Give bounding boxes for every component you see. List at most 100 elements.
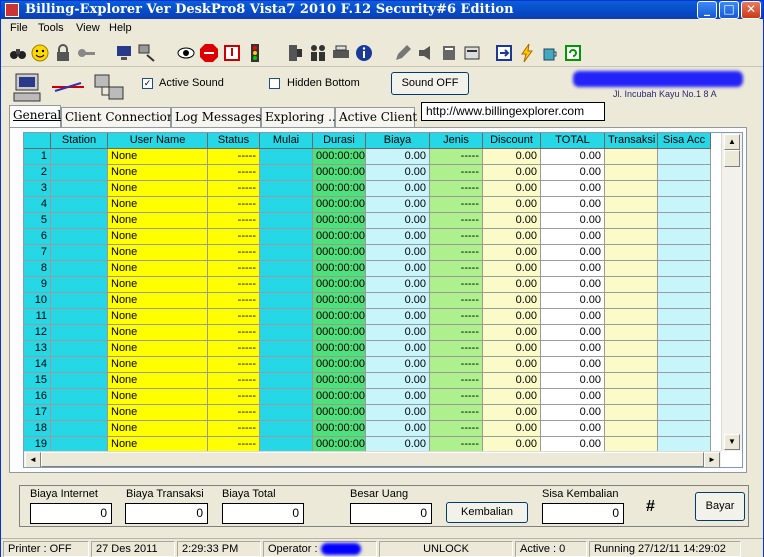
cell-mulai[interactable] (260, 309, 313, 325)
cell-sisa[interactable] (658, 277, 711, 293)
tab-active-client[interactable]: Active Client (335, 107, 417, 127)
cell-biaya[interactable]: 0.00 (366, 277, 430, 293)
cell-jenis[interactable]: ----- (430, 245, 483, 261)
cell-station[interactable] (51, 229, 108, 245)
key-icon[interactable] (76, 43, 96, 63)
cell-mulai[interactable] (260, 165, 313, 181)
cell-rownum[interactable]: 6 (24, 229, 51, 245)
tab-log-messages[interactable]: Log Messages (171, 107, 262, 127)
cell-sisa[interactable] (658, 357, 711, 373)
cell-durasi[interactable]: 000:00:00 (313, 213, 366, 229)
hidden-bottom-checkbox[interactable] (269, 78, 280, 89)
cell-sisa[interactable] (658, 245, 711, 261)
cell-jenis[interactable]: ----- (430, 309, 483, 325)
refresh-icon[interactable] (563, 43, 583, 63)
cell-rownum[interactable]: 13 (24, 341, 51, 357)
cell-sisa[interactable] (658, 341, 711, 357)
cell-discount[interactable]: 0.00 (483, 149, 541, 165)
cell-sisa[interactable] (658, 421, 711, 437)
cell-discount[interactable]: 0.00 (483, 213, 541, 229)
cell-sisa[interactable] (658, 405, 711, 421)
minimize-button[interactable]: _ (697, 1, 717, 19)
cell-total[interactable]: 0.00 (541, 261, 605, 277)
cell-rownum[interactable]: 7 (24, 245, 51, 261)
biaya-internet-field[interactable]: 0 (30, 503, 112, 524)
cell-transaksi[interactable] (605, 341, 658, 357)
cell-transaksi[interactable] (605, 421, 658, 437)
cell-mulai[interactable] (260, 389, 313, 405)
cell-total[interactable]: 0.00 (541, 421, 605, 437)
cell-mulai[interactable] (260, 421, 313, 437)
cell-total[interactable]: 0.00 (541, 341, 605, 357)
cell-status[interactable]: ----- (208, 261, 260, 277)
coffee-icon[interactable] (540, 43, 560, 63)
cell-user[interactable]: None (108, 309, 208, 325)
cell-total[interactable]: 0.00 (541, 229, 605, 245)
monitor-settings-icon[interactable] (114, 43, 134, 63)
cell-durasi[interactable]: 000:00:00 (313, 165, 366, 181)
cell-biaya[interactable]: 0.00 (366, 373, 430, 389)
cell-transaksi[interactable] (605, 389, 658, 405)
cell-transaksi[interactable] (605, 293, 658, 309)
cell-transaksi[interactable] (605, 309, 658, 325)
cell-rownum[interactable]: 4 (24, 197, 51, 213)
menu-tools[interactable]: Tools (38, 22, 64, 34)
cell-discount[interactable]: 0.00 (483, 245, 541, 261)
cell-transaksi[interactable] (605, 245, 658, 261)
edit-icon[interactable] (393, 43, 413, 63)
column-header[interactable] (24, 133, 51, 149)
maximize-button[interactable]: □ (719, 1, 739, 19)
column-header[interactable]: Biaya (366, 133, 430, 149)
report-icon[interactable] (462, 43, 482, 63)
cell-station[interactable] (51, 261, 108, 277)
column-header[interactable]: User Name (108, 133, 208, 149)
cell-sisa[interactable] (658, 309, 711, 325)
cell-mulai[interactable] (260, 277, 313, 293)
traffic-light-icon[interactable] (245, 43, 265, 63)
cell-status[interactable]: ----- (208, 389, 260, 405)
cell-station[interactable] (51, 293, 108, 309)
scroll-left-button[interactable]: ◄ (25, 452, 41, 467)
cell-status[interactable]: ----- (208, 293, 260, 309)
cell-station[interactable] (51, 197, 108, 213)
cell-status[interactable]: ----- (208, 341, 260, 357)
cell-durasi[interactable]: 000:00:00 (313, 197, 366, 213)
cell-durasi[interactable]: 000:00:00 (313, 181, 366, 197)
cell-rownum[interactable]: 14 (24, 357, 51, 373)
cell-station[interactable] (51, 389, 108, 405)
cell-jenis[interactable]: ----- (430, 229, 483, 245)
cell-user[interactable]: None (108, 213, 208, 229)
stop-icon[interactable] (199, 43, 219, 63)
cell-rownum[interactable]: 1 (24, 149, 51, 165)
export-icon[interactable] (494, 43, 514, 63)
cell-discount[interactable]: 0.00 (483, 293, 541, 309)
title-bar[interactable]: Billing-Explorer Ver DeskPro8 Vista7 201… (1, 1, 763, 19)
cell-mulai[interactable] (260, 293, 313, 309)
cell-biaya[interactable]: 0.00 (366, 293, 430, 309)
cell-user[interactable]: None (108, 165, 208, 181)
cell-mulai[interactable] (260, 229, 313, 245)
lock-icon[interactable] (53, 43, 73, 63)
cell-station[interactable] (51, 325, 108, 341)
cell-discount[interactable]: 0.00 (483, 229, 541, 245)
cell-status[interactable]: ----- (208, 277, 260, 293)
cell-jenis[interactable]: ----- (430, 341, 483, 357)
cell-user[interactable]: None (108, 405, 208, 421)
cell-transaksi[interactable] (605, 149, 658, 165)
url-link[interactable]: http://www.billingexplorer.com (421, 102, 605, 121)
cell-user[interactable]: None (108, 373, 208, 389)
cell-biaya[interactable]: 0.00 (366, 213, 430, 229)
cell-biaya[interactable]: 0.00 (366, 181, 430, 197)
kembalian-button[interactable]: Kembalian (446, 502, 528, 523)
cell-discount[interactable]: 0.00 (483, 389, 541, 405)
cell-station[interactable] (51, 165, 108, 181)
cell-mulai[interactable] (260, 213, 313, 229)
station-grid[interactable]: Station User Name Status Mulai Durasi Biaya Je… (23, 132, 743, 468)
cell-biaya[interactable]: 0.00 (366, 421, 430, 437)
cell-jenis[interactable]: ----- (430, 197, 483, 213)
cell-total[interactable]: 0.00 (541, 181, 605, 197)
cell-rownum[interactable]: 5 (24, 213, 51, 229)
cell-transaksi[interactable] (605, 181, 658, 197)
cell-discount[interactable]: 0.00 (483, 421, 541, 437)
active-sound-checkbox[interactable]: ✓ (142, 78, 153, 89)
